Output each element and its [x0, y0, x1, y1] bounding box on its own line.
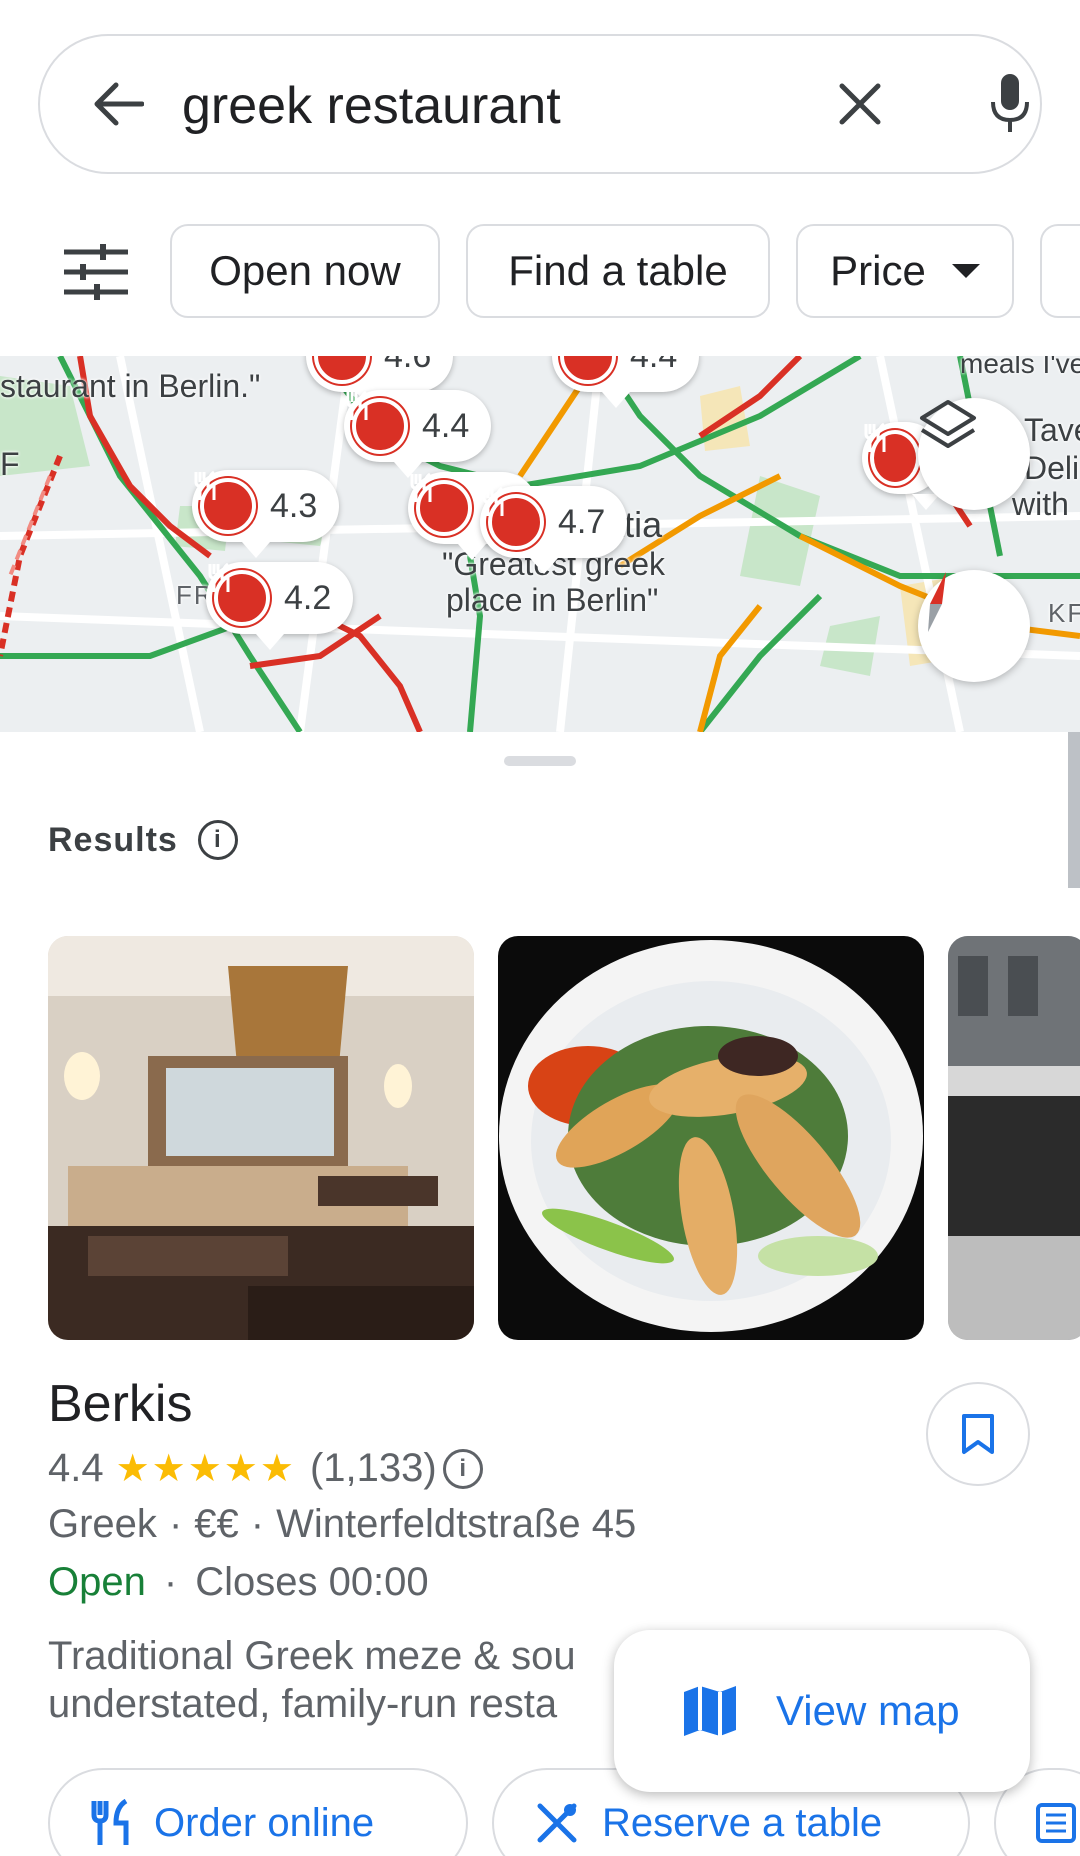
rating-row: 4.4 ★★★★★ (1,133) i — [48, 1446, 483, 1491]
chip-label: Open now — [209, 247, 401, 294]
cutlery-icon — [537, 1803, 577, 1843]
search-input[interactable]: greek restaurant — [182, 72, 561, 140]
map-pin-restaurant[interactable]: 4.2 — [206, 562, 354, 650]
restaurant-icon — [560, 356, 616, 384]
microphone-icon[interactable] — [976, 68, 1044, 140]
restaurant-icon — [194, 470, 256, 534]
chevron-down-icon — [951, 264, 980, 278]
hours-row: Open · Closes 00:00 — [48, 1560, 429, 1605]
list-icon — [1036, 1803, 1076, 1843]
price-level: €€ — [194, 1502, 239, 1546]
rating-stars: ★★★★★ — [115, 1448, 296, 1490]
rating-value: 4.4 — [48, 1446, 104, 1490]
restaurant-icon — [410, 472, 472, 536]
place-description: Traditional Greek meze & sou understated… — [48, 1632, 668, 1728]
save-button[interactable] — [926, 1382, 1030, 1486]
button-label: Order online — [154, 1800, 375, 1845]
map-place-quote: place in Berlin" — [446, 582, 659, 618]
map-label: F — [0, 446, 20, 482]
map-pin-restaurant[interactable]: 4.6 — [306, 356, 454, 408]
map-label: Tave — [1024, 412, 1080, 448]
map-label: Deli — [1024, 450, 1080, 486]
photo-food[interactable] — [498, 936, 924, 1340]
map-pin-restaurant[interactable]: 4.4 — [344, 390, 492, 478]
button-label: View map — [776, 1687, 960, 1734]
pin-rating: 4.3 — [270, 486, 318, 525]
map-pin-restaurant[interactable]: 4.7 — [480, 486, 628, 574]
restaurant-icon — [346, 390, 408, 454]
results-header: Results i — [48, 820, 238, 860]
chip-price[interactable]: Price — [796, 224, 1014, 318]
open-status: Open — [48, 1560, 146, 1604]
chip-open-now[interactable]: Open now — [170, 224, 440, 318]
button-label: Reserve a table — [602, 1800, 883, 1845]
drag-handle[interactable] — [504, 756, 576, 766]
map-label: meals I've — [960, 356, 1080, 379]
details-row: Greek · €€ · Winterfeldtstraße 45 — [48, 1502, 636, 1547]
pin-rating: 4.7 — [558, 502, 606, 541]
restaurant-icon — [91, 1799, 129, 1845]
restaurant-icon — [864, 422, 920, 486]
chip-find-table[interactable]: Find a table — [466, 224, 770, 318]
chip-label: Find a table — [508, 247, 728, 294]
compass-button[interactable] — [918, 570, 1030, 682]
photo-interior[interactable] — [48, 936, 474, 1340]
results-title: Results — [48, 820, 178, 859]
layers-button[interactable] — [918, 398, 1030, 510]
info-icon[interactable]: i — [442, 1448, 483, 1489]
bookmark-icon — [962, 1414, 994, 1454]
results-sheet: Results i Berkis 4.4 ★★★★★ (1,133) i Gre… — [0, 732, 1080, 1856]
pin-rating: 4.4 — [630, 356, 677, 376]
map-label: KF — [1048, 598, 1080, 628]
address: Winterfeldtstraße 45 — [276, 1502, 637, 1546]
scrollbar[interactable] — [1068, 732, 1080, 888]
separator: · — [250, 1502, 265, 1546]
map-label: with — [1012, 486, 1069, 522]
filter-sliders-icon[interactable] — [60, 244, 132, 300]
description-line: Traditional Greek meze & sou — [48, 1634, 576, 1678]
review-count[interactable]: (1,133) — [310, 1446, 437, 1491]
pin-rating: 4.4 — [422, 406, 470, 445]
description-line: understated, family-run resta — [48, 1682, 558, 1726]
closing-time: Closes 00:00 — [195, 1560, 429, 1604]
back-arrow-icon[interactable] — [84, 70, 152, 138]
search-bar[interactable]: greek restaurant — [38, 34, 1042, 174]
photo-carousel[interactable] — [48, 936, 1080, 1340]
category: Greek — [48, 1502, 157, 1546]
chip-label: Price — [830, 247, 926, 294]
map-pin-restaurant[interactable]: 4.4 — [552, 356, 700, 408]
separator: · — [168, 1502, 183, 1546]
map-icon — [684, 1686, 736, 1736]
pin-rating: 4.6 — [384, 356, 431, 376]
restaurant-icon — [482, 486, 544, 550]
filter-chips-row: Open now Find a table Price — [0, 222, 1080, 322]
chip-more[interactable] — [1040, 224, 1080, 318]
compass-icon — [928, 572, 946, 632]
restaurant-icon — [208, 562, 270, 626]
map-quote-label: staurant in Berlin." — [0, 368, 261, 404]
layers-icon — [920, 400, 976, 448]
order-online-button[interactable]: Order online — [48, 1768, 468, 1856]
photo-exterior[interactable] — [948, 936, 1080, 1340]
place-name[interactable]: Berkis — [48, 1374, 192, 1434]
map-view[interactable]: staurant in Berlin." F Taverne Platia "G… — [0, 356, 1080, 732]
close-icon[interactable] — [826, 70, 894, 138]
separator: · — [163, 1560, 178, 1604]
view-map-button[interactable]: View map — [614, 1630, 1030, 1792]
restaurant-icon — [314, 356, 370, 384]
map-pin-restaurant[interactable]: 4.3 — [192, 470, 340, 558]
info-icon[interactable]: i — [197, 820, 238, 860]
pin-rating: 4.2 — [284, 578, 332, 617]
